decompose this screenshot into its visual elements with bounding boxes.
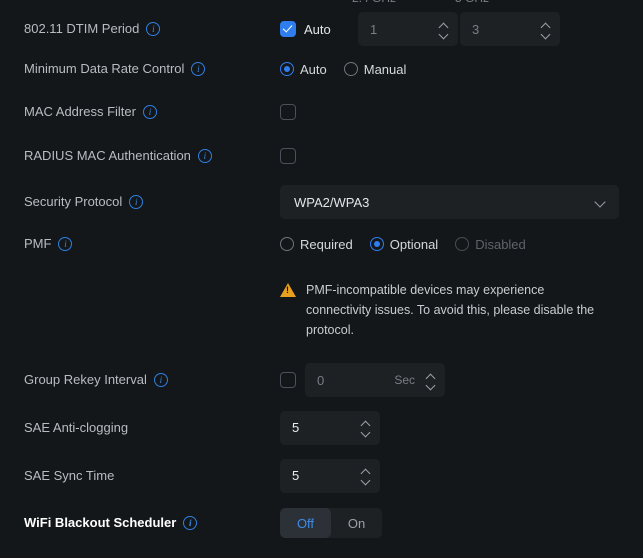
security-protocol-select[interactable]: WPA2/WPA3: [280, 185, 619, 219]
chevron-up-icon[interactable]: [440, 22, 448, 27]
info-icon[interactable]: i: [191, 62, 206, 76]
pmf-warning-text: PMF-incompatible devices may experience …: [306, 283, 595, 337]
row-security-protocol: Security Protocol i WPA2/WPA3: [0, 185, 643, 219]
label-sae-anti-clogging: SAE Anti-clogging: [0, 411, 280, 444]
security-protocol-label-text: Security Protocol: [24, 194, 123, 209]
info-icon[interactable]: i: [58, 237, 73, 251]
band-header-2-4ghz: 2.4 GHz: [352, 0, 396, 5]
radio-button[interactable]: [280, 237, 294, 251]
radio-min-data-rate-auto[interactable]: Auto: [280, 62, 327, 77]
security-protocol-value: WPA2/WPA3: [294, 194, 370, 210]
group-rekey-unit: Sec: [394, 373, 415, 387]
info-icon[interactable]: i: [129, 195, 144, 209]
wifi-blackout-toggle[interactable]: Off On: [280, 508, 382, 538]
chevron-up-icon[interactable]: [542, 22, 550, 27]
row-min-data-rate-control: Minimum Data Rate Control i Auto Manual: [0, 59, 643, 79]
radio-button: [455, 237, 470, 251]
label-group-rekey: Group Rekey Interval i: [0, 363, 280, 397]
label-dtim-period: 802.11 DTIM Period i: [0, 12, 280, 46]
sae-sync-time-label-text: SAE Sync Time: [24, 467, 115, 483]
radius-mac-auth-checkbox[interactable]: [280, 148, 296, 164]
label-security-protocol: Security Protocol i: [0, 185, 280, 219]
dtim-24ghz-value: 1: [370, 21, 378, 37]
wifi-blackout-scheduler-label-text: WiFi Blackout Scheduler: [24, 515, 177, 530]
radius-mac-auth-label-text: RADIUS MAC Authentication: [24, 148, 191, 163]
stepper-arrows[interactable]: [436, 22, 452, 37]
min-data-rate-label-text: Minimum Data Rate Control: [24, 61, 185, 76]
radio-label: Disabled: [475, 236, 526, 252]
radio-pmf-required[interactable]: Required: [280, 237, 353, 252]
group-rekey-label-text: Group Rekey Interval: [24, 372, 147, 387]
group-rekey-value: 0: [317, 372, 325, 388]
dtim-auto-label: Auto: [304, 21, 331, 37]
toggle-option-on[interactable]: On: [331, 508, 382, 538]
label-radius-mac-auth: RADIUS MAC Authentication i: [0, 147, 280, 165]
pmf-label-text: PMF: [24, 236, 52, 251]
sae-sync-time-value: 5: [292, 468, 300, 483]
row-sae-anti-clogging: SAE Anti-clogging 5: [0, 410, 643, 445]
dtim-5ghz-stepper[interactable]: 3: [460, 12, 560, 46]
radio-button[interactable]: [280, 62, 294, 76]
dtim-24ghz-stepper[interactable]: 1: [358, 12, 458, 46]
info-icon[interactable]: i: [183, 516, 198, 530]
row-wifi-blackout-scheduler: WiFi Blackout Scheduler i Off On: [0, 508, 643, 538]
radio-min-data-rate-manual[interactable]: Manual: [343, 61, 407, 77]
label-sae-sync-time: SAE Sync Time: [0, 459, 280, 492]
chevron-up-icon[interactable]: [362, 468, 370, 473]
wireless-security-settings-panel: 2.4 GHz 5 GHz 802.11 DTIM Period i Auto …: [0, 0, 643, 558]
chevron-down-icon[interactable]: [440, 32, 448, 37]
stepper-arrows[interactable]: [358, 420, 374, 435]
sae-sync-time-stepper[interactable]: 5: [280, 458, 380, 493]
radio-label: Optional: [389, 236, 439, 252]
label-min-data-rate: Minimum Data Rate Control i: [0, 59, 280, 79]
sae-anti-clogging-value: 5: [292, 420, 300, 435]
sae-anti-clogging-label-text: SAE Anti-clogging: [24, 419, 129, 435]
row-mac-address-filter: MAC Address Filter i: [0, 103, 643, 121]
info-icon[interactable]: i: [146, 22, 161, 36]
info-icon[interactable]: i: [197, 149, 212, 163]
radio-label: Required: [300, 236, 353, 252]
chevron-down-icon[interactable]: [362, 478, 370, 483]
radio-label: Manual: [363, 61, 407, 77]
pmf-warning-message: PMF-incompatible devices may experience …: [280, 280, 606, 340]
chevron-up-icon[interactable]: [362, 420, 370, 425]
chevron-down-icon[interactable]: [542, 32, 550, 37]
mac-address-filter-checkbox[interactable]: [280, 104, 296, 120]
mac-address-filter-label-text: MAC Address Filter: [24, 104, 136, 119]
row-pmf: PMF i Required Optional Disabled: [0, 235, 643, 253]
radio-button[interactable]: [369, 237, 384, 251]
radio-button[interactable]: [343, 62, 358, 76]
chevron-up-icon[interactable]: [427, 373, 435, 378]
row-group-rekey-interval: Group Rekey Interval i 0 Sec: [0, 363, 643, 397]
dtim-auto-checkbox[interactable]: [280, 21, 296, 37]
info-icon[interactable]: i: [142, 105, 157, 119]
info-icon[interactable]: i: [153, 373, 168, 387]
row-radius-mac-authentication: RADIUS MAC Authentication i: [0, 147, 643, 165]
warning-triangle-icon: [280, 283, 296, 297]
min-data-rate-radio-group: Auto Manual: [280, 62, 406, 77]
chevron-down-icon[interactable]: [596, 198, 605, 207]
radio-pmf-optional[interactable]: Optional: [369, 236, 439, 252]
label-mac-address-filter: MAC Address Filter i: [0, 103, 280, 121]
band-header-5ghz: 5 GHz: [455, 0, 489, 5]
stepper-arrows[interactable]: [538, 22, 554, 37]
dtim-5ghz-value: 3: [472, 21, 480, 37]
chevron-down-icon[interactable]: [362, 430, 370, 435]
dtim-period-label-text: 802.11 DTIM Period: [24, 21, 140, 36]
group-rekey-stepper[interactable]: 0 Sec: [305, 363, 445, 397]
stepper-arrows[interactable]: [358, 468, 374, 483]
row-sae-sync-time: SAE Sync Time 5: [0, 458, 643, 493]
label-wifi-blackout-scheduler: WiFi Blackout Scheduler i: [0, 508, 280, 538]
label-pmf: PMF i: [0, 235, 280, 253]
radio-pmf-disabled: Disabled: [455, 237, 526, 252]
sae-anti-clogging-stepper[interactable]: 5: [280, 410, 380, 445]
row-pmf-warning: PMF-incompatible devices may experience …: [0, 280, 643, 340]
chevron-down-icon[interactable]: [427, 383, 435, 388]
row-dtim-period: 802.11 DTIM Period i Auto 1 3: [0, 12, 643, 46]
stepper-arrows[interactable]: [423, 373, 439, 388]
radio-label: Auto: [300, 61, 327, 77]
pmf-radio-group: Required Optional Disabled: [280, 237, 526, 252]
group-rekey-enable-checkbox[interactable]: [280, 372, 296, 388]
toggle-option-off[interactable]: Off: [280, 508, 331, 538]
